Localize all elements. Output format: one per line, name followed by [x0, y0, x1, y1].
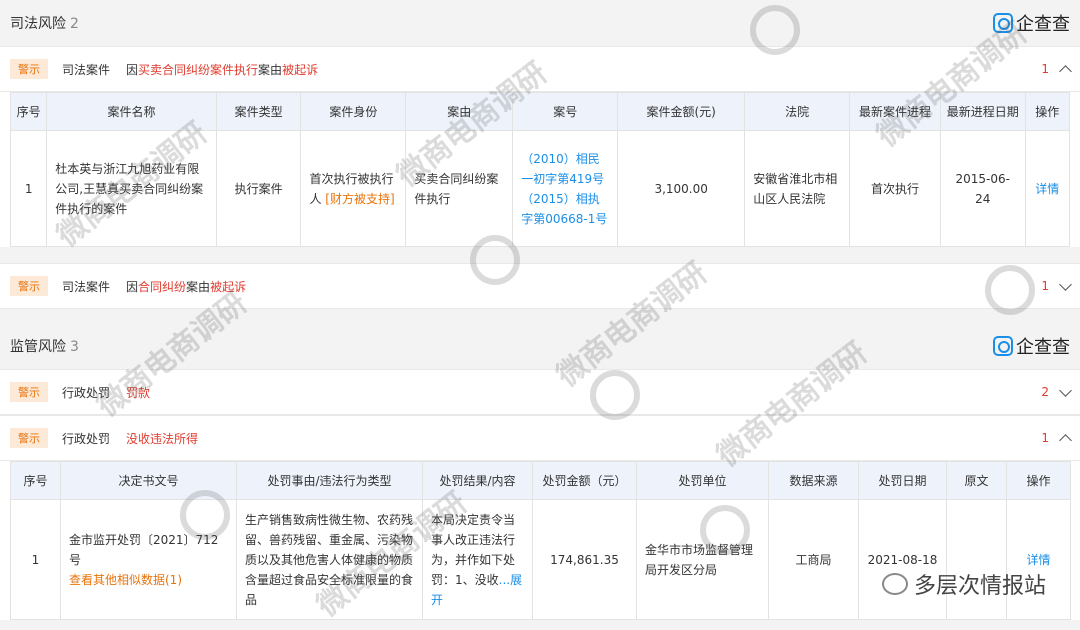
case-description: 因合同纠纷案由被起诉 — [126, 279, 247, 294]
chevron-down-icon[interactable] — [1059, 383, 1072, 397]
section-title-text: 监管风险 — [10, 339, 66, 355]
case-name: 杜本英与浙江九旭药业有限公司,王慧真买卖合同纠纷案件执行的案件 — [46, 130, 217, 247]
col-header: 法院 — [744, 92, 851, 131]
col-header: 处罚金额（元） — [532, 461, 637, 500]
decision-number-text: 金市监开处罚〔2021〕712号 — [69, 532, 219, 567]
chevron-down-icon[interactable] — [1059, 277, 1072, 291]
col-header: 案由 — [405, 92, 514, 131]
wechat-icon — [881, 573, 908, 595]
original-doc — [946, 499, 1007, 620]
penalty-date: 2021-08-18 — [858, 499, 947, 620]
penalty-type: 行政处罚 — [62, 385, 111, 400]
col-header: 处罚日期 — [858, 461, 947, 500]
col-header: 数据来源 — [768, 461, 859, 500]
table-row: 1 杜本英与浙江九旭药业有限公司,王慧真买卖合同纠纷案件执行的案件 执行案件 首… — [9, 130, 1071, 247]
judicial-table-wrap: 序号 案件名称 案件类型 案件身份 案由 案号 案件金额(元) 法院 最新案件进… — [0, 92, 1080, 247]
qichacha-logo: 企查查 — [993, 333, 1070, 359]
section-title: 监管风险 3 — [10, 336, 79, 356]
col-header: 最新案件进程 — [849, 92, 941, 131]
qichacha-icon — [993, 13, 1013, 33]
penalty-amount: 174,861.35 — [532, 499, 637, 620]
warning-tag: 警示 — [10, 428, 48, 448]
case-type: 司法案件 — [62, 279, 111, 294]
col-header: 操作 — [1024, 92, 1071, 131]
col-header: 处罚单位 — [636, 461, 769, 500]
penalty-reason: 生产销售致病性微生物、农药残留、兽药残留、重金属、污染物质以及其他危害人体健康的… — [236, 499, 423, 620]
judicial-risk-header: 司法风险 2 企查查 — [0, 0, 1080, 46]
chevron-up-icon[interactable] — [1059, 433, 1072, 447]
col-header: 案件金额(元) — [617, 92, 746, 131]
decision-number: 金市监开处罚〔2021〕712号 查看其他相似数据(1) — [60, 499, 237, 620]
row-index: 1 — [9, 130, 48, 247]
similar-data-link[interactable]: 查看其他相似数据(1) — [69, 570, 228, 590]
penalty-result: 本局决定责令当事人改正违法行为，并作如下处罚：1、没收...展开 — [422, 499, 533, 620]
footer-watermark: 多层次情报站 — [881, 568, 1046, 600]
qichacha-icon — [993, 336, 1013, 356]
case-description: 因买卖合同纠纷案件执行案由被起诉 — [126, 62, 319, 77]
case-type-cell: 执行案件 — [215, 130, 302, 247]
penalty-count: 2 — [1041, 385, 1049, 399]
warning-tag: 警示 — [10, 382, 48, 402]
footer-watermark-text: 多层次情报站 — [913, 574, 1046, 599]
penalty-unit: 金华市市场监督管理局开发区分局 — [636, 499, 769, 620]
row-index: 1 — [10, 499, 61, 620]
table-header-row: 序号 决定书文号 处罚事由/违法行为类型 处罚结果/内容 处罚金额（元） 处罚单… — [10, 461, 1071, 500]
regulatory-risk-header: 监管风险 3 企查查 — [0, 323, 1080, 369]
col-header: 最新进程日期 — [939, 92, 1026, 131]
col-header: 处罚事由/违法行为类型 — [236, 461, 423, 500]
warning-tag: 警示 — [10, 276, 48, 296]
case-type: 司法案件 — [62, 62, 111, 77]
regulatory-row-2[interactable]: 警示 行政处罚 没收违法所得 1 — [0, 415, 1080, 461]
section-count: 2 — [70, 16, 79, 32]
penalty-count: 1 — [1041, 431, 1049, 445]
section-title-text: 司法风险 — [10, 16, 66, 32]
section-count: 3 — [70, 339, 79, 355]
case-cause: 买卖合同纠纷案件执行 — [405, 130, 514, 247]
col-header: 操作 — [1006, 461, 1071, 500]
col-header: 原文 — [946, 461, 1007, 500]
brand-text: 企查查 — [1016, 337, 1070, 358]
penalty-description: 没收违法所得 — [126, 431, 199, 446]
regulatory-row-1[interactable]: 警示 行政处罚 罚款 2 — [0, 369, 1080, 415]
case-amount: 3,100.00 — [617, 130, 746, 247]
data-source: 工商局 — [768, 499, 859, 620]
brand-text: 企查查 — [1016, 14, 1070, 35]
case-count: 1 — [1041, 62, 1049, 76]
table-header-row: 序号 案件名称 案件类型 案件身份 案由 案号 案件金额(元) 法院 最新案件进… — [9, 92, 1071, 131]
warning-tag: 警示 — [10, 59, 48, 79]
col-header: 案件名称 — [46, 92, 217, 131]
detail-link[interactable]: 详情 — [1024, 130, 1071, 247]
table-row: 1 金市监开处罚〔2021〕712号 查看其他相似数据(1) 生产销售致病性微生… — [10, 499, 1071, 620]
qichacha-logo: 企查查 — [993, 10, 1070, 36]
col-header: 案号 — [512, 92, 619, 131]
judicial-case-table: 序号 案件名称 案件类型 案件身份 案由 案号 案件金额(元) 法院 最新案件进… — [9, 92, 1071, 247]
penalty-type: 行政处罚 — [62, 431, 111, 446]
case-identity: 首次执行被执行人 [财方被支持] — [300, 130, 407, 247]
section-title: 司法风险 2 — [10, 13, 79, 33]
col-header: 处罚结果/内容 — [422, 461, 533, 500]
case-count: 1 — [1041, 279, 1049, 293]
case-number-link[interactable]: （2010）相民一初字第419号（2015）相执字第00668-1号 — [512, 130, 619, 247]
judicial-case-row-2[interactable]: 警示 司法案件 因合同纠纷案由被起诉 1 — [0, 263, 1080, 309]
progress-date: 2015-06-24 — [939, 130, 1026, 247]
col-header: 案件类型 — [215, 92, 302, 131]
case-progress: 首次执行 — [849, 130, 941, 247]
col-header: 决定书文号 — [60, 461, 237, 500]
col-header: 案件身份 — [300, 92, 407, 131]
chevron-up-icon[interactable] — [1059, 64, 1072, 78]
judicial-case-row-1[interactable]: 警示 司法案件 因买卖合同纠纷案件执行案由被起诉 1 — [0, 46, 1080, 92]
col-header: 序号 — [10, 461, 61, 500]
court-name: 安徽省淮北市相山区人民法院 — [744, 130, 851, 247]
detail-link[interactable]: 详情 — [1006, 499, 1071, 620]
penalty-description: 罚款 — [126, 385, 151, 400]
col-header: 序号 — [9, 92, 48, 131]
